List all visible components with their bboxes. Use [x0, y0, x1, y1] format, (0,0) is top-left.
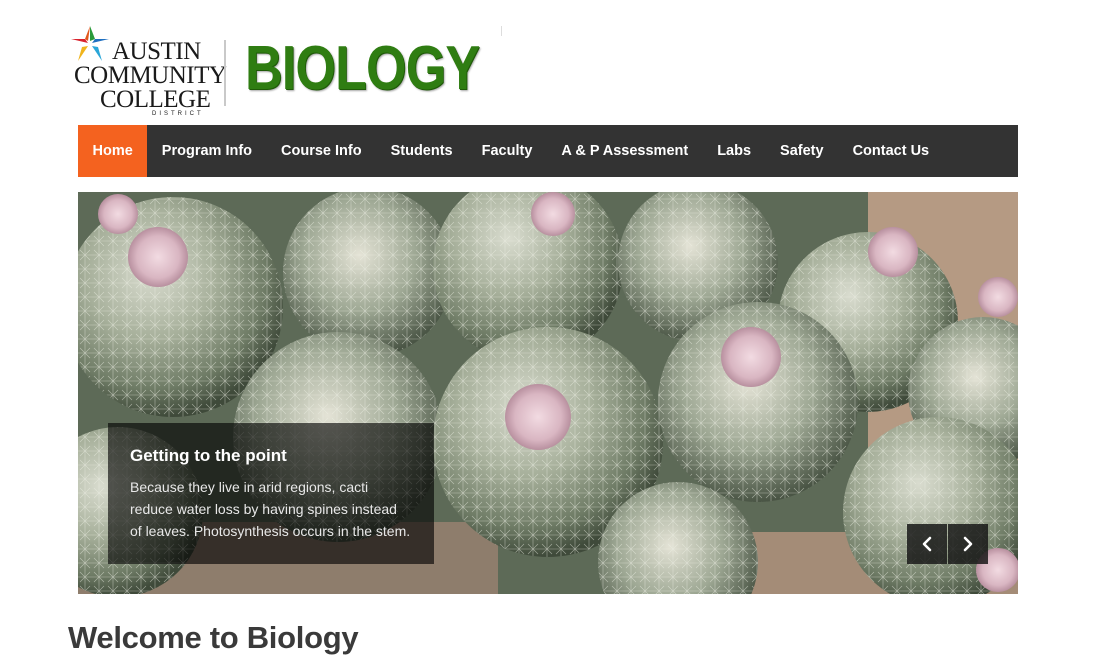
caption-title: Getting to the point — [130, 446, 287, 465]
college-line-3: COLLEGE — [100, 85, 211, 113]
header-edge-line — [501, 26, 502, 36]
nav-item-course-info[interactable]: Course Info — [267, 125, 377, 177]
main-nav: Home Program Info Course Info Students F… — [78, 125, 1018, 177]
header-divider — [224, 40, 226, 106]
college-district: DISTRICT — [152, 111, 204, 118]
caption-text: Because they live in arid regions, cacti… — [130, 479, 411, 539]
nav-item-students[interactable]: Students — [376, 125, 467, 177]
image-slider[interactable]: Getting to the point Because they live i… — [78, 192, 1018, 594]
college-line-1: AUSTIN — [112, 38, 201, 65]
college-wordmark: AUSTIN COMMUNITY COLLEGE DISTRICT — [72, 38, 227, 118]
college-line-2: COMMUNITY — [74, 61, 227, 89]
site-title[interactable]: BIOLOGY — [245, 38, 480, 100]
nav-item-home[interactable]: Home — [78, 125, 148, 177]
nav-item-safety[interactable]: Safety — [766, 125, 839, 177]
acc-logo[interactable]: AUSTIN COMMUNITY COLLEGE DISTRICT — [68, 24, 228, 117]
page-heading: Welcome to Biology — [68, 620, 359, 655]
nav-item-contact-us[interactable]: Contact Us — [838, 125, 944, 177]
chevron-left-icon — [922, 536, 932, 552]
slide-caption: Getting to the point Because they live i… — [108, 423, 434, 564]
slider-prev-button[interactable] — [907, 524, 947, 564]
slider-next-button[interactable] — [948, 524, 988, 564]
nav-item-faculty[interactable]: Faculty — [467, 125, 547, 177]
nav-item-program-info[interactable]: Program Info — [147, 125, 266, 177]
nav-item-labs[interactable]: Labs — [703, 125, 766, 177]
chevron-right-icon — [963, 536, 973, 552]
slider-controls — [907, 524, 988, 564]
nav-item-ap-assessment[interactable]: A & P Assessment — [547, 125, 703, 177]
